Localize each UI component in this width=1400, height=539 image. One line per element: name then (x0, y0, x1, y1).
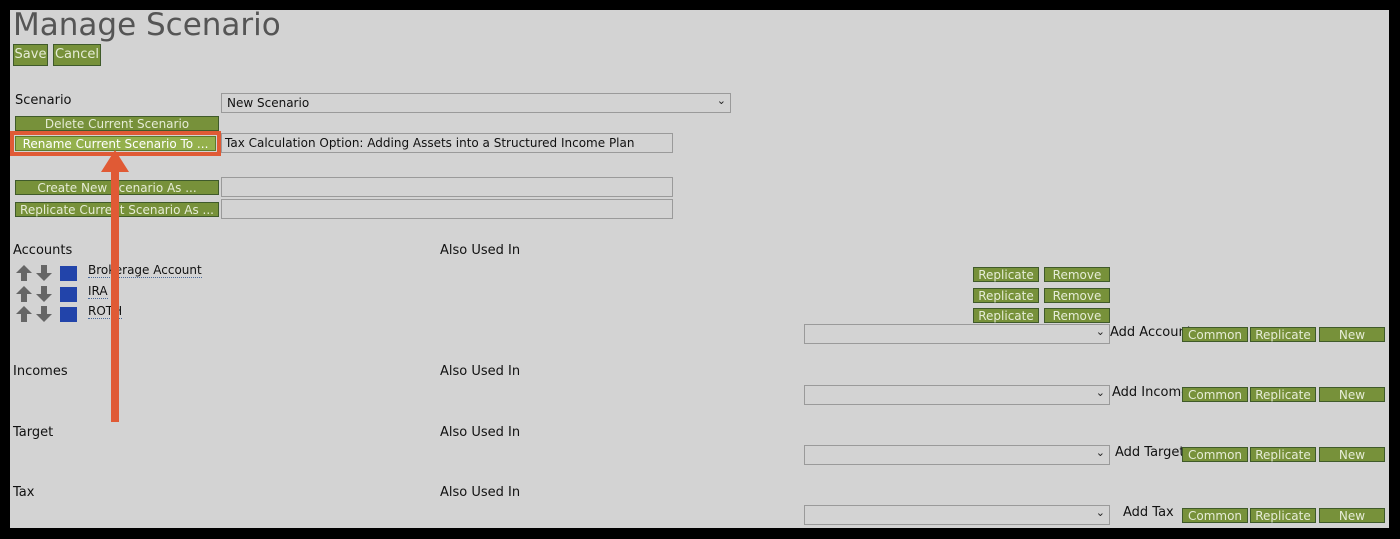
move-up-icon[interactable] (16, 265, 32, 281)
annotation-arrow-shaft (111, 170, 119, 422)
move-up-icon[interactable] (16, 286, 32, 302)
add-tax-select[interactable]: ⌄ (804, 505, 1110, 525)
add-account-common-button[interactable]: Common (1182, 327, 1248, 342)
account-remove-button[interactable]: Remove (1044, 267, 1110, 282)
cancel-button[interactable]: Cancel (53, 44, 101, 66)
rename-scenario-input[interactable]: Tax Calculation Option: Adding Assets in… (221, 133, 673, 153)
account-remove-button[interactable]: Remove (1044, 308, 1110, 323)
tax-also-used-in: Also Used In (440, 485, 521, 500)
accounts-also-used-in: Also Used In (440, 243, 521, 258)
account-color-swatch[interactable] (60, 287, 77, 302)
manage-scenario-panel: Manage Scenario Save Cancel Scenario New… (10, 10, 1389, 528)
create-scenario-input[interactable] (221, 177, 673, 197)
chevron-down-icon: ⌄ (1095, 326, 1105, 338)
add-target-common-button[interactable]: Common (1182, 447, 1248, 462)
scenario-label: Scenario (15, 93, 72, 108)
move-down-icon[interactable] (36, 265, 52, 281)
incomes-heading: Incomes (13, 364, 68, 379)
add-target-label: Add Target (1115, 445, 1185, 460)
chevron-down-icon: ⌄ (1095, 447, 1105, 459)
target-also-used-in: Also Used In (440, 425, 521, 440)
rename-scenario-value: Tax Calculation Option: Adding Assets in… (225, 136, 635, 150)
chevron-down-icon: ⌄ (1095, 507, 1105, 519)
add-target-replicate-button[interactable]: Replicate (1250, 447, 1316, 462)
scenario-select[interactable]: New Scenario ⌄ (221, 93, 731, 113)
add-income-select[interactable]: ⌄ (804, 385, 1110, 405)
scenario-select-value: New Scenario (227, 96, 310, 110)
add-income-common-button[interactable]: Common (1182, 387, 1248, 402)
tax-heading: Tax (13, 485, 35, 500)
add-account-label: Add Account (1110, 325, 1192, 340)
account-ira-link[interactable]: IRA (88, 285, 108, 299)
move-up-icon[interactable] (16, 306, 32, 322)
chevron-down-icon: ⌄ (1095, 387, 1105, 399)
account-color-swatch[interactable] (60, 307, 77, 322)
account-replicate-button[interactable]: Replicate (973, 267, 1039, 282)
move-down-icon[interactable] (36, 286, 52, 302)
account-replicate-button[interactable]: Replicate (973, 308, 1039, 323)
annotation-arrowhead (101, 150, 129, 172)
accounts-heading: Accounts (13, 243, 73, 258)
chevron-down-icon: ⌄ (716, 95, 726, 107)
add-account-new-button[interactable]: New (1319, 327, 1385, 342)
account-remove-button[interactable]: Remove (1044, 288, 1110, 303)
account-replicate-button[interactable]: Replicate (973, 288, 1039, 303)
target-heading: Target (13, 425, 54, 440)
delete-scenario-button[interactable]: Delete Current Scenario (15, 116, 219, 131)
add-tax-replicate-button[interactable]: Replicate (1250, 508, 1316, 523)
add-income-new-button[interactable]: New (1319, 387, 1385, 402)
add-income-replicate-button[interactable]: Replicate (1250, 387, 1316, 402)
move-down-icon[interactable] (36, 306, 52, 322)
add-income-label: Add Income (1112, 385, 1190, 400)
save-button[interactable]: Save (13, 44, 48, 66)
incomes-also-used-in: Also Used In (440, 364, 521, 379)
account-color-swatch[interactable] (60, 266, 77, 281)
add-account-select[interactable]: ⌄ (804, 324, 1110, 344)
add-tax-new-button[interactable]: New (1319, 508, 1385, 523)
add-target-new-button[interactable]: New (1319, 447, 1385, 462)
page-title: Manage Scenario (13, 10, 281, 43)
add-target-select[interactable]: ⌄ (804, 445, 1110, 465)
add-account-replicate-button[interactable]: Replicate (1250, 327, 1316, 342)
replicate-scenario-input[interactable] (221, 199, 673, 219)
account-brokerage-link[interactable]: Brokerage Account (88, 264, 202, 278)
add-tax-label: Add Tax (1123, 505, 1174, 520)
add-tax-common-button[interactable]: Common (1182, 508, 1248, 523)
